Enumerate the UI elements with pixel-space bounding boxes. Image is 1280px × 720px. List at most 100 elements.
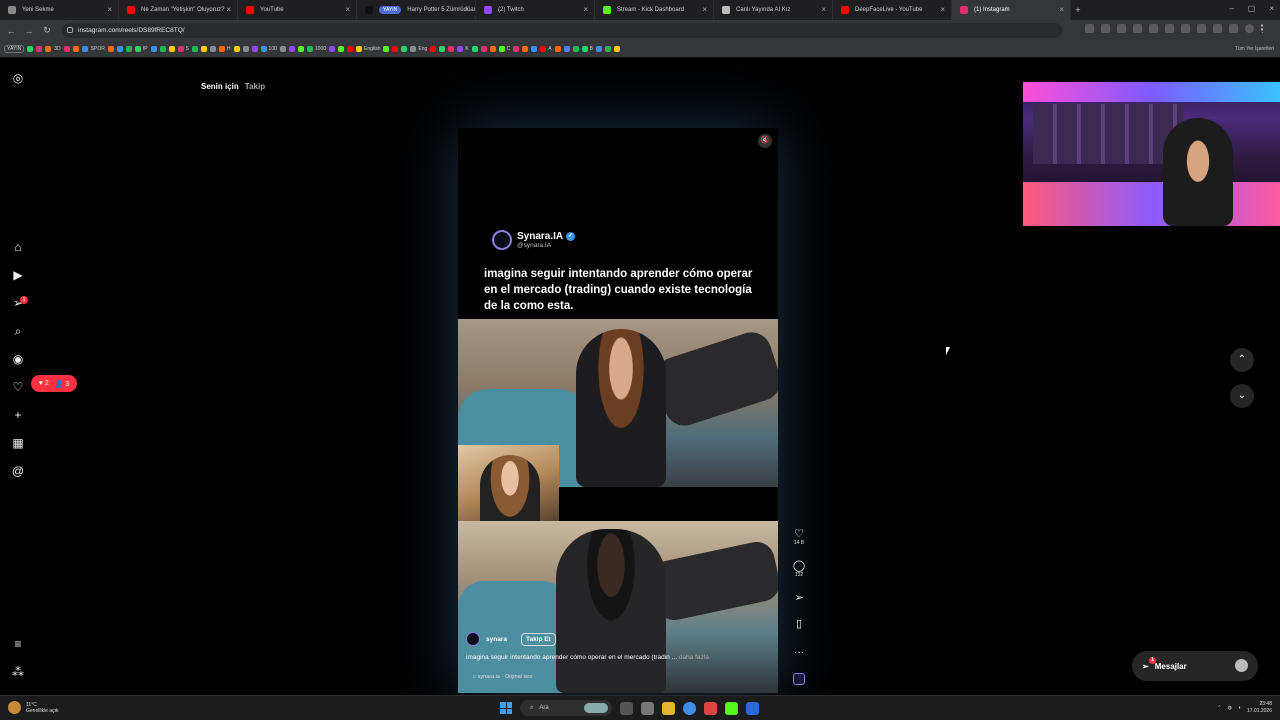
close-tab-icon[interactable]: × (464, 5, 469, 14)
browser-tab[interactable]: YAYINHarry Potter 5 Zümrüdüanka Yo× (357, 0, 476, 20)
browser-tab[interactable]: Yeni Sekme × (0, 0, 119, 20)
close-tab-icon[interactable]: × (821, 5, 826, 14)
extension-icon[interactable] (1229, 24, 1238, 33)
bookmark-icon-only[interactable] (392, 46, 399, 52)
bookmark-icon-only[interactable] (242, 46, 249, 52)
reload-icon[interactable]: ↻ (40, 25, 54, 36)
browser-tab[interactable]: Canlı Yayında AI Kız × (714, 0, 833, 20)
bookmark-icon-only[interactable] (604, 46, 611, 52)
bookmark-icon-only[interactable] (191, 46, 198, 52)
bookmark-icon-only[interactable] (448, 46, 455, 52)
bookmark-icon-only[interactable] (439, 46, 446, 52)
more-options-button[interactable]: … (790, 644, 808, 656)
bookmark-icon-only[interactable] (531, 46, 538, 52)
site-info-icon[interactable] (67, 27, 73, 33)
menu-icon[interactable] (1261, 24, 1270, 33)
author-username[interactable]: synara (486, 636, 507, 643)
bookmark-icon-only[interactable] (125, 46, 132, 52)
bookmark-icon-only[interactable] (329, 46, 336, 52)
search-icon[interactable]: ⌕ (11, 324, 25, 338)
file-explorer-icon[interactable] (662, 701, 675, 715)
bookmark-icon-only[interactable] (168, 46, 175, 52)
weather-widget[interactable]: 11°C Genellikle açık (8, 701, 59, 714)
extension-icon[interactable] (1117, 24, 1126, 33)
bookmark-icon-only[interactable] (480, 46, 487, 52)
bookmark-icon-only[interactable] (383, 46, 390, 52)
bookmark-icon-only[interactable] (150, 46, 157, 52)
save-button[interactable]: ▯ (790, 618, 808, 630)
bookmark-icon-only[interactable] (430, 46, 437, 52)
browser-tab[interactable]: Stream - Kick Dashboard × (595, 0, 714, 20)
next-reel-button[interactable]: ⌄ (1230, 384, 1254, 408)
bookmark-item[interactable]: YAYIN (4, 45, 25, 53)
tab-group-label[interactable]: YAYIN (379, 6, 402, 14)
bookmark-item[interactable]: SPOR (91, 46, 105, 52)
bookmark-item[interactable]: K (457, 46, 469, 52)
bookmark-item[interactable]: H (218, 46, 231, 52)
bookmark-item[interactable]: IP (134, 46, 148, 52)
messages-button[interactable]: ➢ 1 Mesajlar (1132, 651, 1258, 681)
chrome-icon[interactable] (683, 701, 696, 715)
kick-icon[interactable] (725, 701, 738, 715)
extension-icon[interactable] (1101, 24, 1110, 33)
dashboard-icon[interactable]: ▦ (11, 436, 25, 450)
tray-chevron-icon[interactable]: ⌃ (1217, 705, 1221, 711)
mute-icon[interactable]: 🔇 (758, 134, 772, 148)
author-avatar[interactable] (466, 632, 480, 646)
clock[interactable]: 23:48 17.01.2026 (1247, 701, 1272, 715)
bookmark-icon-only[interactable] (554, 46, 561, 52)
reel-description[interactable]: imagina seguir intentando aprender cómo … (466, 654, 770, 661)
more-link[interactable]: daha fazla (679, 654, 709, 661)
bookmark-icon-only[interactable] (288, 46, 295, 52)
close-tab-icon[interactable]: × (940, 5, 945, 14)
maximize-icon[interactable]: ▢ (1248, 4, 1256, 13)
reels-icon[interactable]: ▶ (11, 268, 25, 282)
comment-button[interactable]: ◯ 132 (790, 560, 808, 578)
extension-icon[interactable] (1133, 24, 1142, 33)
tab-for-you[interactable]: Senin için (201, 82, 239, 91)
app-icon[interactable] (704, 701, 717, 715)
bookmark-icon-only[interactable] (338, 46, 345, 52)
audio-thumbnail[interactable] (793, 673, 805, 685)
bookmark-icon-only[interactable] (233, 46, 240, 52)
bookmark-item[interactable]: Eng (410, 46, 427, 52)
extension-icon[interactable] (1213, 24, 1222, 33)
bookmark-icon-only[interactable] (613, 46, 620, 52)
close-tab-icon[interactable]: × (702, 5, 707, 14)
bookmark-icon-only[interactable] (27, 46, 34, 52)
bookmark-icon-only[interactable] (401, 46, 408, 52)
also-from-meta-icon[interactable]: ⁂ (11, 665, 25, 679)
start-icon[interactable] (500, 702, 512, 714)
url-field[interactable]: instagram.com/reels/DS89fREC8TQ/ (62, 23, 1062, 38)
close-tab-icon[interactable]: × (226, 5, 231, 14)
bookmark-icon-only[interactable] (279, 46, 286, 52)
extension-icon[interactable] (1149, 24, 1158, 33)
extension-icon[interactable] (1197, 24, 1206, 33)
bookmark-icon-only[interactable] (572, 46, 579, 52)
close-window-icon[interactable]: × (1269, 4, 1274, 13)
bookmark-icon-only[interactable] (513, 46, 520, 52)
bookmark-icon-only[interactable] (471, 46, 478, 52)
forward-icon[interactable]: → (22, 26, 36, 36)
bookmark-icon-only[interactable] (72, 46, 79, 52)
notifications-heart-icon[interactable]: ♡ (11, 380, 25, 394)
taskbar-search[interactable]: ⌕ Ara (520, 700, 612, 716)
bookmark-icon-only[interactable] (63, 46, 70, 52)
bookmark-icon-only[interactable] (489, 46, 496, 52)
bookmark-icon-only[interactable] (209, 46, 216, 52)
home-icon[interactable]: ⌂ (11, 240, 25, 254)
settings-icon[interactable] (641, 701, 654, 715)
task-view-icon[interactable] (620, 701, 633, 715)
app-icon[interactable] (746, 701, 759, 715)
browser-tab[interactable]: YouTube × (238, 0, 357, 20)
profile-avatar[interactable] (1245, 24, 1254, 33)
instagram-logo-icon[interactable]: ◎ (11, 71, 25, 85)
bookmark-icon-only[interactable] (347, 46, 354, 52)
bookmark-item[interactable]: A (540, 46, 552, 52)
bookmark-item[interactable]: 3D (54, 46, 60, 52)
bookmark-item[interactable]: 1000 (306, 46, 326, 52)
back-icon[interactable]: ← (4, 26, 18, 36)
tab-following[interactable]: Takip (245, 82, 265, 91)
explore-icon[interactable]: ◉ (11, 352, 25, 366)
bookmark-icon-only[interactable] (522, 46, 529, 52)
